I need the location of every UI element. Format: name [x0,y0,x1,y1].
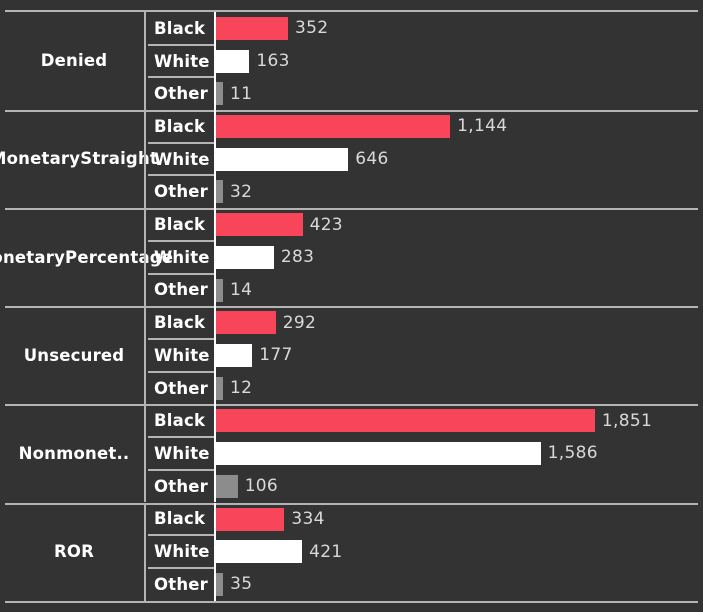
bar-value-label: 352 [295,18,329,39]
series-label-other: Other [154,84,208,104]
bar-value-label: 106 [244,476,279,497]
chart-row: Black 334 [0,503,703,536]
chart-group-unsecured: Unsecured Black 292 White 177 Other 12 [0,306,703,405]
chart-row: Other 14 [0,274,703,307]
series-label-black: Black [154,313,206,333]
bar-value-label: 334 [291,508,325,529]
bar-white [216,49,250,73]
chart-group-monetary-straight: MonetaryStraightBlack1,144White646Other3… [0,110,703,209]
group-separator-rule [5,600,698,603]
series-label-black: Black [154,411,206,431]
series-label-white: White [154,247,210,267]
bar-white [216,343,253,367]
chart-row: White 177 [0,339,703,372]
chart-row: White 1,586 [0,437,703,470]
series-label-other: Other [154,378,208,398]
bar-value-label: 14 [230,279,253,300]
bar-value-label: 292 [282,312,317,333]
bar-other [216,278,223,302]
series-label-black: Black [154,509,206,529]
chart-row: Black 292 [0,306,703,339]
series-label-white: White [154,542,210,562]
bar-other [216,82,223,106]
bar-white [216,442,541,466]
chart-row: White 646 [0,143,703,176]
chart-row: Black 1,144 [0,110,703,143]
bar-white [216,147,349,171]
bar-value-label: 35 [230,574,253,595]
series-label-white: White [154,443,210,463]
chart-row: Other 11 [0,77,703,110]
chart-row: White 163 [0,45,703,78]
bar-other [216,572,224,596]
bar-value-label: 32 [230,181,253,202]
chart-row: Black 352 [0,12,703,45]
chart-row: Black 423 [0,208,703,241]
chart-row: White 283 [0,241,703,274]
bar-value-label: 1,144 [457,116,508,137]
bar-black [216,17,289,40]
series-label-other: Other [154,476,208,496]
series-label-white: White [154,51,210,71]
bar-other [216,474,238,498]
chart-row: Other 32 [0,175,703,208]
bar-white [216,540,303,564]
bar-value-label: 12 [230,378,253,399]
bar-value-label: 646 [355,149,389,170]
bar-value-label: 283 [280,247,315,268]
series-label-other: Other [154,574,208,594]
chart-row: Other 12 [0,372,703,405]
bar-white [216,245,274,269]
series-label-black: Black [154,215,206,235]
series-label-other: Other [154,182,208,202]
chart-row: Other 35 [0,568,703,601]
bar-black [216,409,595,433]
chart-row: White 421 [0,535,703,568]
series-label-other: Other [154,280,208,300]
series-label-black: Black [154,116,206,136]
bar-black [216,311,276,335]
bar-value-label: 177 [259,345,293,366]
chart-row: Other 106 [0,470,703,503]
bar-value-label: 1,586 [547,443,598,464]
series-label-white: White [154,149,210,169]
chart-group-denied: Denied Black 352 White 163 Other 11 [0,12,703,111]
chart-group-ror: ROR Black 334 White 421 Other 35 [0,502,703,601]
bar-value-label: 423 [309,214,343,235]
bar-value-label: 163 [256,51,290,72]
series-label-black: Black [154,18,206,38]
chart-group-monetary-percentage: MonetaryPercentageBlack423White283Other1… [0,208,703,307]
bar-black [216,507,285,531]
chart-row: Black 1,851 [0,404,703,437]
grouped-bar-chart: DeniedBlack352White163Other11MonetaryStr… [0,0,703,612]
chart-group-nonmonet: Nonmonet.. Black 1,851 White 1,586 Other 106 [0,404,703,503]
bar-other [216,180,223,204]
series-label-white: White [154,345,210,365]
bar-value-label: 11 [230,83,253,104]
bar-black [216,213,303,237]
bar-black [216,115,451,139]
bar-other [216,376,223,400]
bar-value-label: 421 [309,541,343,562]
bar-value-label: 1,851 [601,410,653,431]
